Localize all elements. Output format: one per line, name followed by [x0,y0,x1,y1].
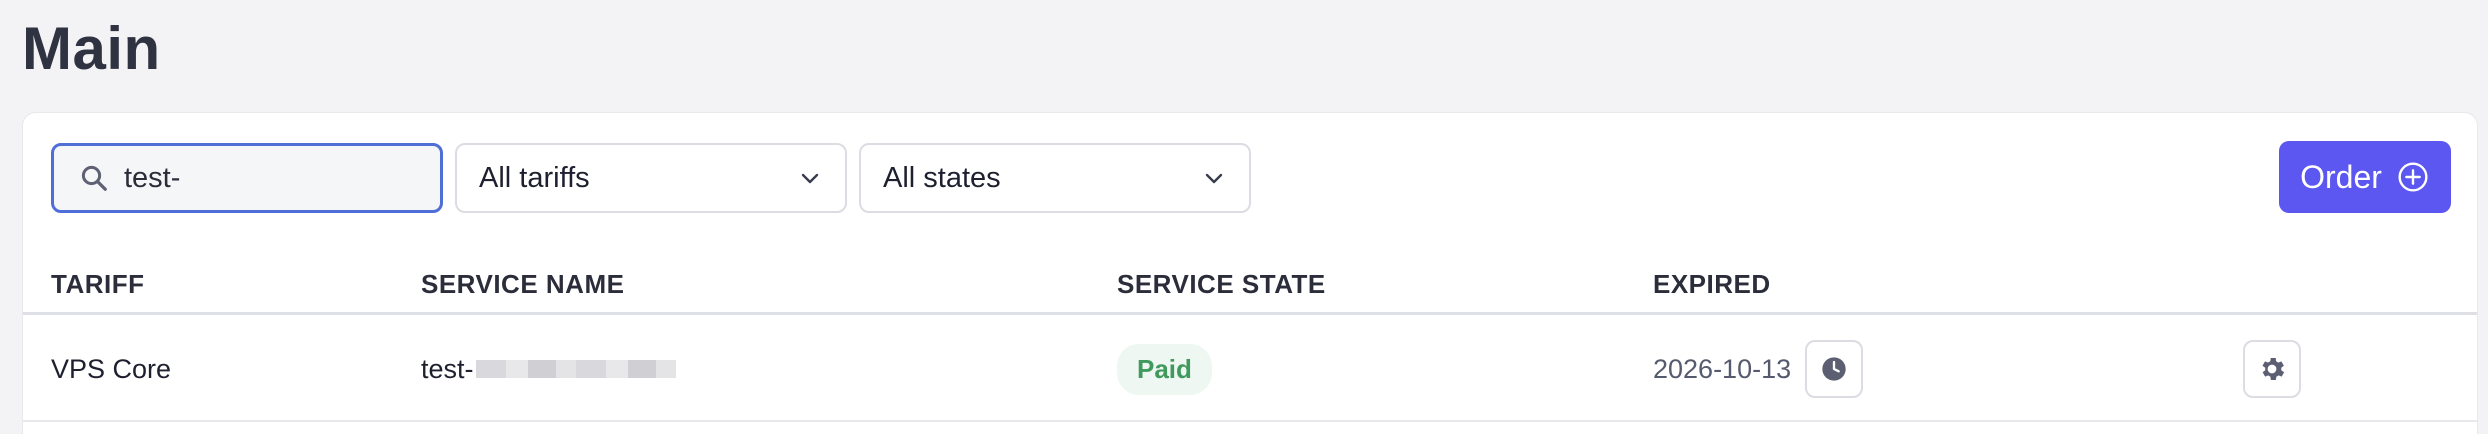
search-icon [74,158,114,198]
column-header-service-state[interactable]: SERVICE STATE [1117,269,1326,300]
state-filter-value: All states [883,161,1001,194]
service-name-text: test- [421,353,474,384]
column-header-service-name[interactable]: SERVICE NAME [421,269,624,300]
chevron-down-icon [797,165,823,191]
tariff-filter-select[interactable]: All tariffs [455,143,847,213]
services-card: All tariffs All states Order TARIFF SERV… [22,112,2478,434]
renew-clock-button[interactable] [1805,340,1864,398]
settings-button[interactable] [2243,340,2301,398]
clock-icon [1822,357,1846,381]
search-input[interactable] [124,161,424,195]
column-header-tariff[interactable]: TARIFF [51,269,145,300]
tariff-filter-value: All tariffs [479,161,590,194]
order-button-label: Order [2300,158,2382,195]
table-row[interactable]: VPS Core test- Paid 2026-10-13 [23,318,2477,422]
column-header-expired[interactable]: EXPIRED [1653,269,1771,300]
status-badge: Paid [1117,343,1212,395]
plus-circle-icon [2396,160,2430,194]
actions-cell [2243,318,2301,420]
order-button[interactable]: Order [2279,141,2451,213]
state-filter-select[interactable]: All states [859,143,1251,213]
tariff-cell: VPS Core [51,353,172,384]
service-state-cell: Paid [1117,318,1212,420]
expired-date: 2026-10-13 [1653,353,1792,384]
search-field[interactable] [51,143,443,213]
service-name-cell[interactable]: test- [421,318,676,420]
page-title: Main [22,15,161,82]
table-header: TARIFF SERVICE NAME SERVICE STATE EXPIRE… [23,263,2477,315]
expired-cell: 2026-10-13 [1653,318,1864,420]
redacted-service-name [475,360,676,378]
gear-icon [2262,358,2285,380]
chevron-down-icon [1201,165,1227,191]
